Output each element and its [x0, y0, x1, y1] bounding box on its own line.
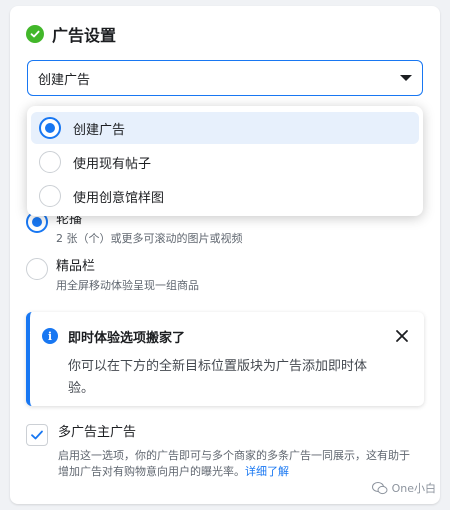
format-option-collection[interactable]: 精品栏 用全屏移动体验呈现一组商品: [26, 258, 199, 294]
menu-item-label: 使用创意馆样图: [73, 190, 165, 206]
radio-selected-icon: [39, 117, 61, 139]
close-icon[interactable]: [394, 328, 410, 344]
checkmark-circle-icon: [26, 25, 44, 43]
section-title: 广告设置: [52, 26, 117, 45]
info-icon: i: [42, 328, 58, 344]
menu-item-label: 使用现有帖子: [73, 156, 152, 172]
menu-item-use-existing-post[interactable]: 使用现有帖子: [31, 146, 419, 178]
caret-down-icon: [400, 75, 412, 81]
learn-more-link[interactable]: 详细了解: [245, 465, 289, 478]
format-description: 2 张（个）或更多可滚动的图片或视频: [56, 232, 243, 245]
multi-advertiser-option: 多广告主广告 启用这一选项，你的广告即可与多个商家的多条广告一同展示，这有助于增…: [26, 424, 418, 480]
checkmark-icon: [31, 430, 43, 440]
ad-settings-card: 广告设置 创建广告 创建广告 使用现有帖子 使用创意馆样图 轮播 2 张（个）或…: [10, 6, 440, 504]
menu-item-use-mockup[interactable]: 使用创意馆样图: [31, 180, 419, 212]
multi-advertiser-title: 多广告主广告: [58, 425, 137, 440]
dropdown-menu: 创建广告 使用现有帖子 使用创意馆样图: [27, 106, 423, 216]
format-description: 用全屏移动体验呈现一组商品: [56, 279, 199, 292]
menu-item-label: 创建广告: [73, 122, 126, 138]
watermark-text: One小白: [391, 482, 436, 495]
radio-unselected-icon: [39, 151, 61, 173]
notice-title: 即时体验选项搬家了: [68, 331, 186, 346]
menu-item-create-ad[interactable]: 创建广告: [31, 112, 419, 144]
multi-advertiser-desc-text: 启用这一选项，你的广告即可与多个商家的多条广告一同展示，这有助于增加广告对有购物…: [58, 449, 410, 478]
multi-advertiser-checkbox[interactable]: [26, 424, 48, 446]
info-notice: i 即时体验选项搬家了 你可以在下方的全新目标位置版块为广告添加即时体验。: [26, 312, 424, 406]
wechat-icon: [371, 482, 388, 495]
format-name: 精品栏: [56, 259, 96, 274]
radio-unselected-icon: [39, 185, 61, 207]
notice-body: 你可以在下方的全新目标位置版块为广告添加即时体验。: [68, 359, 368, 396]
radio-unselected-icon[interactable]: [26, 258, 48, 280]
section-header: 广告设置: [26, 22, 116, 46]
watermark: One小白: [371, 480, 436, 496]
dropdown-value: 创建广告: [38, 72, 91, 88]
multi-advertiser-description: 启用这一选项，你的广告即可与多个商家的多条广告一同展示，这有助于增加广告对有购物…: [58, 448, 418, 480]
format-option-carousel[interactable]: 轮播 2 张（个）或更多可滚动的图片或视频: [26, 211, 243, 247]
ad-setup-dropdown[interactable]: 创建广告: [27, 60, 423, 96]
